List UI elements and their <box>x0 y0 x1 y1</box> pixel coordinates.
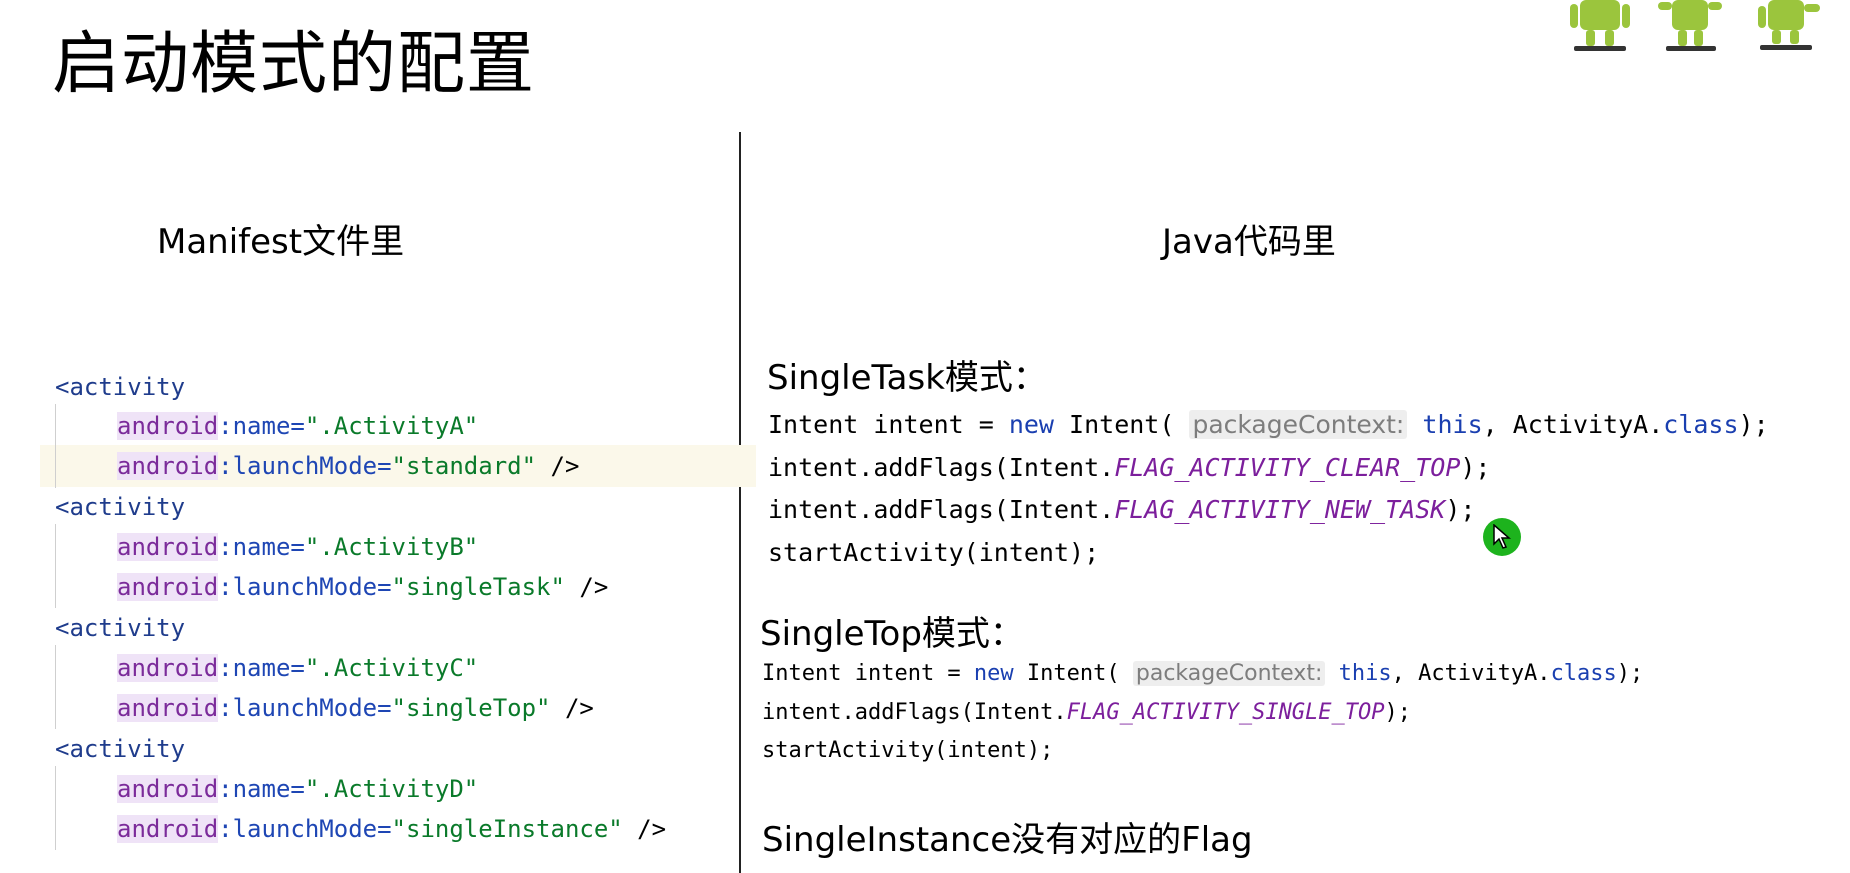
single-top-heading: SingleTop模式： <box>760 614 1024 654</box>
activity-name-value: ".ActivityA" <box>304 412 479 440</box>
manifest-mode-line: android:launchMode="singleTask" /> <box>55 568 608 606</box>
namespace: android <box>117 654 219 682</box>
tag-open: <activity <box>55 493 186 521</box>
single-instance-note: SingleInstance没有对应的Flag <box>762 820 1253 860</box>
flag-constant: FLAG_ACTIVITY_NEW_TASK <box>1114 495 1446 524</box>
pointer-arrow-icon <box>1493 524 1512 549</box>
launch-mode-value: "standard" <box>391 452 537 480</box>
tag-open: <activity <box>55 373 186 401</box>
keyword-new: new <box>973 661 1014 686</box>
attr-name: :name= <box>218 654 305 682</box>
attr-launch-mode: :launchMode= <box>218 452 392 480</box>
single-task-code-line: Intent intent = new Intent( packageConte… <box>768 410 1769 439</box>
manifest-heading: Manifest文件里 <box>157 222 405 262</box>
flag-constant: FLAG_ACTIVITY_CLEAR_TOP <box>1114 453 1461 482</box>
attr-launch-mode: :launchMode= <box>218 694 392 722</box>
slide-title: 启动模式的配置 <box>52 25 536 104</box>
code-text: Intent intent = <box>762 661 974 686</box>
activity-name-value: ".ActivityB" <box>304 533 479 561</box>
single-task-heading: SingleTask模式： <box>767 358 1047 398</box>
attr-launch-mode: :launchMode= <box>218 815 392 843</box>
single-task-code-line: intent.addFlags(Intent.FLAG_ACTIVITY_CLE… <box>768 453 1490 482</box>
flag-constant: FLAG_ACTIVITY_SINGLE_TOP <box>1066 700 1385 725</box>
android-robot-icon <box>1758 0 1820 50</box>
manifest-name-line: android:name=".ActivityA" <box>55 407 478 445</box>
namespace: android <box>117 815 219 843</box>
manifest-mode-line: android:launchMode="singleTop" /> <box>55 689 594 727</box>
keyword-class: class <box>1550 661 1617 686</box>
manifest-activity-tag: <activity <box>55 609 185 647</box>
namespace: android <box>117 775 219 803</box>
namespace: android <box>117 412 219 440</box>
code-text: intent.addFlags(Intent. <box>768 495 1115 524</box>
single-top-code-line: intent.addFlags(Intent.FLAG_ACTIVITY_SIN… <box>762 700 1411 725</box>
attr-launch-mode: :launchMode= <box>218 573 392 601</box>
code-text: , ActivityA. <box>1482 410 1664 439</box>
keyword-this: this <box>1422 410 1483 439</box>
code-text: ); <box>1738 410 1769 439</box>
tag-close: /> <box>564 573 609 601</box>
tag-open: <activity <box>55 735 186 763</box>
manifest-activity-tag: <activity <box>55 368 185 406</box>
manifest-name-line: android:name=".ActivityD" <box>55 770 478 808</box>
attr-name: :name= <box>218 533 305 561</box>
keyword-this: this <box>1338 661 1392 686</box>
namespace: android <box>117 452 219 480</box>
code-text: ); <box>1616 661 1644 686</box>
android-robot-icon <box>1570 0 1630 51</box>
namespace: android <box>117 573 219 601</box>
tag-close: /> <box>622 815 667 843</box>
namespace: android <box>117 694 219 722</box>
parameter-hint: packageContext: <box>1132 661 1326 686</box>
code-text: Intent intent = <box>768 410 1009 439</box>
single-task-code-line: intent.addFlags(Intent.FLAG_ACTIVITY_NEW… <box>768 495 1475 524</box>
android-robots-decoration <box>1570 0 1820 51</box>
code-text: Intent( <box>1013 661 1133 686</box>
launch-mode-value: "singleTask" <box>391 573 565 601</box>
attr-name: :name= <box>218 775 305 803</box>
manifest-mode-line: android:launchMode="standard" /> <box>55 447 579 485</box>
parameter-hint: packageContext: <box>1189 410 1408 439</box>
attr-name: :name= <box>218 412 305 440</box>
cursor-icon <box>1483 518 1521 556</box>
code-text: ); <box>1445 495 1476 524</box>
keyword-class: class <box>1663 410 1739 439</box>
manifest-mode-line: android:launchMode="singleInstance" /> <box>55 810 666 848</box>
code-text: intent.addFlags(Intent. <box>762 700 1067 725</box>
single-task-code-line: startActivity(intent); <box>768 538 1100 567</box>
manifest-name-line: android:name=".ActivityB" <box>55 528 478 566</box>
code-text: Intent( <box>1053 410 1190 439</box>
activity-name-value: ".ActivityD" <box>304 775 479 803</box>
manifest-name-line: android:name=".ActivityC" <box>55 649 478 687</box>
tag-close: /> <box>536 452 580 480</box>
keyword-new: new <box>1008 410 1054 439</box>
tag-open: <activity <box>55 614 186 642</box>
namespace: android <box>117 533 219 561</box>
code-text: ); <box>1384 700 1412 725</box>
column-divider <box>739 132 741 873</box>
manifest-activity-tag: <activity <box>55 730 185 768</box>
code-text: , ActivityA. <box>1391 661 1551 686</box>
code-text: intent.addFlags(Intent. <box>768 453 1115 482</box>
single-top-code-line: Intent intent = new Intent( packageConte… <box>762 661 1643 686</box>
launch-mode-value: "singleTop" <box>391 694 551 722</box>
manifest-activity-tag: <activity <box>55 488 185 526</box>
code-text: ); <box>1460 453 1491 482</box>
activity-name-value: ".ActivityC" <box>304 654 479 682</box>
java-heading: Java代码里 <box>1162 222 1336 262</box>
single-top-code-line: startActivity(intent); <box>762 738 1054 763</box>
launch-mode-value: "singleInstance" <box>391 815 623 843</box>
tag-close: /> <box>550 694 594 722</box>
android-robot-icon <box>1658 0 1722 51</box>
